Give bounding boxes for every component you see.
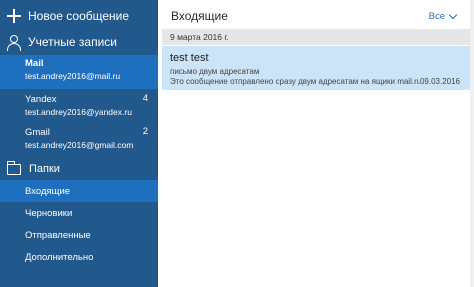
message-preview: Это сообщение отправлено сразу двум адре…	[170, 77, 420, 86]
filter-dropdown[interactable]: Все	[428, 10, 458, 22]
folders-header[interactable]: Папки	[0, 159, 158, 179]
account-gmail[interactable]: Gmail test.andrey2016@gmail.com 2	[0, 124, 158, 158]
account-email: test.andrey2016@gmail.com	[25, 140, 134, 150]
plus-icon	[6, 8, 22, 24]
unread-count: 2	[142, 126, 148, 137]
message-list-pane: Входящие Все 9 марта 2016 г. test test п…	[158, 0, 474, 287]
page-title: Входящие	[171, 9, 228, 23]
account-email: test.andrey2016@mail.ru	[25, 71, 121, 81]
folder-drafts[interactable]: Черновики	[0, 202, 158, 224]
folder-icon	[6, 160, 21, 175]
accounts-header[interactable]: Учетные записи	[0, 31, 158, 53]
date-group-header: 9 марта 2016 г.	[162, 29, 470, 45]
account-email: test.andrey2016@yandex.ru	[25, 107, 132, 117]
sidebar: Новое сообщение Учетные записи Mail test…	[0, 0, 158, 287]
person-icon	[7, 34, 21, 51]
message-sender: test test	[170, 52, 209, 64]
accounts-label: Учетные записи	[28, 35, 117, 49]
folder-label: Дополнительно	[25, 251, 94, 263]
message-date: 09.03.2016	[419, 77, 460, 86]
message-item[interactable]: test test письмо двум адресатам Это сооб…	[162, 46, 470, 90]
folder-inbox[interactable]: Входящие	[0, 180, 158, 202]
account-mail[interactable]: Mail test.andrey2016@mail.ru	[0, 55, 158, 89]
folder-label: Входящие	[25, 185, 71, 197]
scrollbar[interactable]	[470, 0, 474, 287]
message-subject: письмо двум адресатам	[170, 67, 260, 76]
date-group-label: 9 марта 2016 г.	[170, 32, 229, 42]
account-name: Mail	[25, 58, 44, 69]
folder-more[interactable]: Дополнительно	[0, 246, 158, 268]
chevron-down-icon	[448, 10, 458, 20]
account-name: Yandex	[25, 94, 57, 105]
new-mail-label: Новое сообщение	[28, 9, 130, 23]
account-yandex[interactable]: Yandex test.andrey2016@yandex.ru 4	[0, 91, 158, 125]
new-mail-button[interactable]: Новое сообщение	[0, 4, 158, 28]
filter-label: Все	[428, 11, 445, 22]
folder-label: Отправленные	[25, 229, 91, 241]
folder-label: Черновики	[25, 207, 73, 219]
folder-sent[interactable]: Отправленные	[0, 224, 158, 246]
account-name: Gmail	[25, 127, 50, 138]
unread-count: 4	[142, 93, 148, 104]
folders-label: Папки	[29, 163, 60, 175]
